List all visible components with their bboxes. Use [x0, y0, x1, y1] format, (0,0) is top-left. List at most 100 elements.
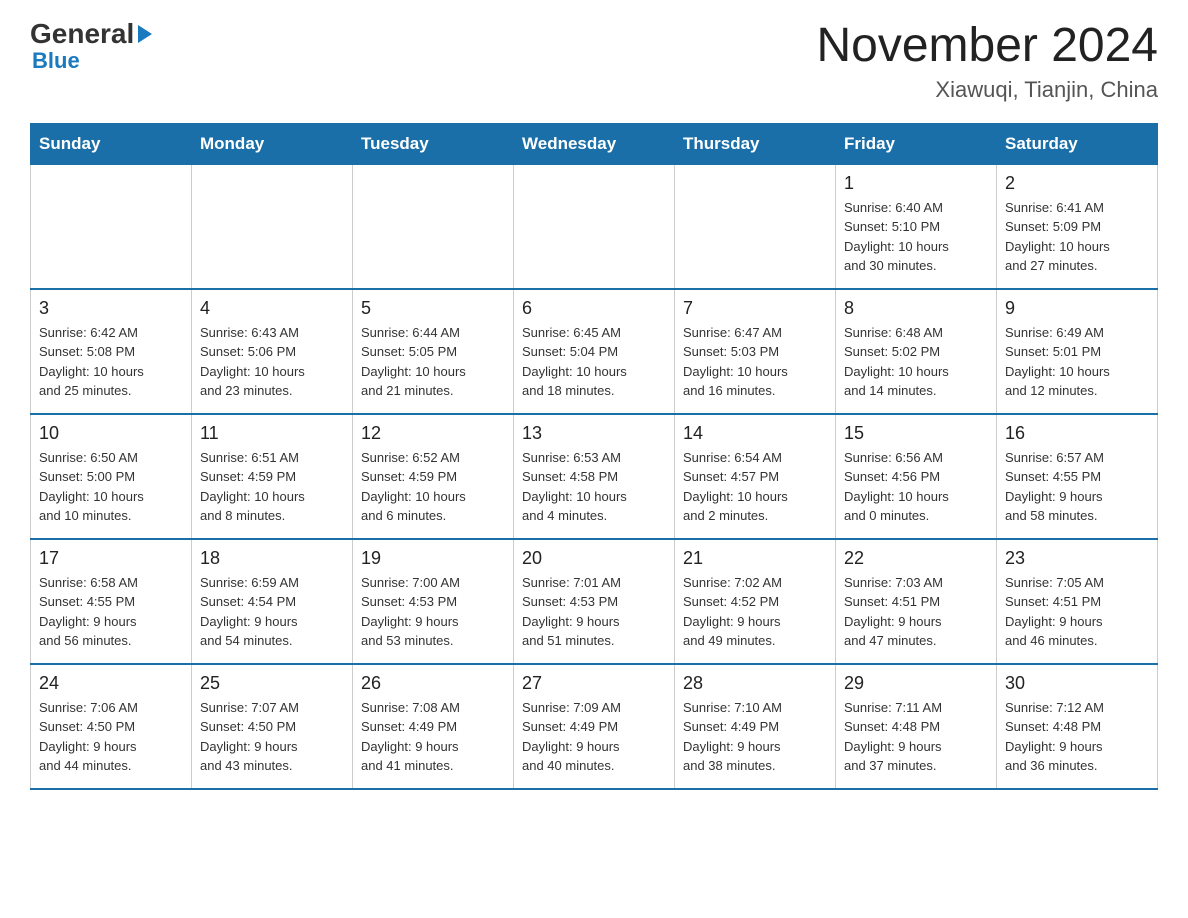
day-info: Sunrise: 6:51 AMSunset: 4:59 PMDaylight:… [200, 448, 344, 526]
calendar-cell: 19 Sunrise: 7:00 AMSunset: 4:53 PMDayligh… [353, 539, 514, 664]
calendar-cell: 18 Sunrise: 6:59 AMSunset: 4:54 PMDayligh… [192, 539, 353, 664]
day-info: Sunrise: 6:40 AMSunset: 5:10 PMDaylight:… [844, 198, 988, 276]
weekday-header-wednesday: Wednesday [514, 123, 675, 164]
day-info: Sunrise: 7:02 AMSunset: 4:52 PMDaylight:… [683, 573, 827, 651]
calendar-cell: 14Sunrise: 6:54 AMSunset: 4:57 PMDayligh… [675, 414, 836, 539]
day-info: Sunrise: 6:47 AMSunset: 5:03 PMDaylight:… [683, 323, 827, 401]
calendar-cell: 16 Sunrise: 6:57 AMSunset: 4:55 PMDayligh… [997, 414, 1158, 539]
calendar-cell: 17 Sunrise: 6:58 AMSunset: 4:55 PMDayligh… [31, 539, 192, 664]
day-number: 27 [522, 673, 666, 694]
weekday-header-saturday: Saturday [997, 123, 1158, 164]
day-number: 18 [200, 548, 344, 569]
calendar-cell: 12 Sunrise: 6:52 AMSunset: 4:59 PMDayligh… [353, 414, 514, 539]
day-number: 11 [200, 423, 344, 444]
day-info: Sunrise: 7:12 AMSunset: 4:48 PMDaylight:… [1005, 698, 1149, 776]
calendar-cell: 26 Sunrise: 7:08 AMSunset: 4:49 PMDayligh… [353, 664, 514, 789]
day-number: 3 [39, 298, 183, 319]
day-info: Sunrise: 6:52 AMSunset: 4:59 PMDaylight:… [361, 448, 505, 526]
calendar-cell: 23Sunrise: 7:05 AMSunset: 4:51 PMDayligh… [997, 539, 1158, 664]
calendar-cell [353, 164, 514, 289]
calendar-wrapper: SundayMondayTuesdayWednesdayThursdayFrid… [0, 113, 1188, 810]
calendar-title: November 2024 [816, 20, 1158, 73]
calendar-header-row: SundayMondayTuesdayWednesdayThursdayFrid… [31, 123, 1158, 164]
calendar-cell: 24 Sunrise: 7:06 AMSunset: 4:50 PMDayligh… [31, 664, 192, 789]
day-number: 16 [1005, 423, 1149, 444]
day-number: 4 [200, 298, 344, 319]
day-number: 26 [361, 673, 505, 694]
day-info: Sunrise: 7:09 AMSunset: 4:49 PMDaylight:… [522, 698, 666, 776]
day-info: Sunrise: 7:10 AMSunset: 4:49 PMDaylight:… [683, 698, 827, 776]
day-info: Sunrise: 6:59 AMSunset: 4:54 PMDaylight:… [200, 573, 344, 651]
calendar-cell [675, 164, 836, 289]
day-info: Sunrise: 6:53 AMSunset: 4:58 PMDaylight:… [522, 448, 666, 526]
calendar-week-row: 24 Sunrise: 7:06 AMSunset: 4:50 PMDayligh… [31, 664, 1158, 789]
calendar-cell [192, 164, 353, 289]
calendar-cell: 9 Sunrise: 6:49 AMSunset: 5:01 PMDaylight… [997, 289, 1158, 414]
day-number: 7 [683, 298, 827, 319]
calendar-cell: 27 Sunrise: 7:09 AMSunset: 4:49 PMDayligh… [514, 664, 675, 789]
weekday-header-friday: Friday [836, 123, 997, 164]
title-section: November 2024 Xiawuqi, Tianjin, China [816, 20, 1158, 103]
day-number: 17 [39, 548, 183, 569]
calendar-cell: 25Sunrise: 7:07 AMSunset: 4:50 PMDayligh… [192, 664, 353, 789]
day-number: 6 [522, 298, 666, 319]
calendar-table: SundayMondayTuesdayWednesdayThursdayFrid… [30, 123, 1158, 790]
calendar-week-row: 3 Sunrise: 6:42 AMSunset: 5:08 PMDaylight… [31, 289, 1158, 414]
day-info: Sunrise: 6:57 AMSunset: 4:55 PMDaylight:… [1005, 448, 1149, 526]
logo-blue-text: Blue [32, 48, 80, 74]
calendar-cell: 1 Sunrise: 6:40 AMSunset: 5:10 PMDaylight… [836, 164, 997, 289]
day-number: 9 [1005, 298, 1149, 319]
calendar-cell: 22 Sunrise: 7:03 AMSunset: 4:51 PMDayligh… [836, 539, 997, 664]
calendar-week-row: 10 Sunrise: 6:50 AMSunset: 5:00 PMDayligh… [31, 414, 1158, 539]
calendar-cell: 20Sunrise: 7:01 AMSunset: 4:53 PMDayligh… [514, 539, 675, 664]
day-number: 15 [844, 423, 988, 444]
day-info: Sunrise: 6:44 AMSunset: 5:05 PMDaylight:… [361, 323, 505, 401]
day-number: 30 [1005, 673, 1149, 694]
calendar-cell: 15Sunrise: 6:56 AMSunset: 4:56 PMDayligh… [836, 414, 997, 539]
day-number: 10 [39, 423, 183, 444]
day-info: Sunrise: 7:03 AMSunset: 4:51 PMDaylight:… [844, 573, 988, 651]
day-info: Sunrise: 7:01 AMSunset: 4:53 PMDaylight:… [522, 573, 666, 651]
calendar-week-row: 1 Sunrise: 6:40 AMSunset: 5:10 PMDaylight… [31, 164, 1158, 289]
weekday-header-monday: Monday [192, 123, 353, 164]
day-number: 19 [361, 548, 505, 569]
day-info: Sunrise: 7:05 AMSunset: 4:51 PMDaylight:… [1005, 573, 1149, 651]
page-header: General Blue November 2024 Xiawuqi, Tian… [0, 0, 1188, 113]
calendar-cell: 3 Sunrise: 6:42 AMSunset: 5:08 PMDaylight… [31, 289, 192, 414]
calendar-cell: 21 Sunrise: 7:02 AMSunset: 4:52 PMDayligh… [675, 539, 836, 664]
calendar-cell: 30 Sunrise: 7:12 AMSunset: 4:48 PMDayligh… [997, 664, 1158, 789]
logo-arrow-icon [138, 25, 152, 43]
calendar-cell: 11 Sunrise: 6:51 AMSunset: 4:59 PMDayligh… [192, 414, 353, 539]
day-number: 13 [522, 423, 666, 444]
calendar-cell: 8Sunrise: 6:48 AMSunset: 5:02 PMDaylight… [836, 289, 997, 414]
weekday-header-sunday: Sunday [31, 123, 192, 164]
calendar-cell: 2 Sunrise: 6:41 AMSunset: 5:09 PMDaylight… [997, 164, 1158, 289]
day-number: 24 [39, 673, 183, 694]
day-number: 29 [844, 673, 988, 694]
day-info: Sunrise: 7:00 AMSunset: 4:53 PMDaylight:… [361, 573, 505, 651]
day-number: 5 [361, 298, 505, 319]
day-info: Sunrise: 6:58 AMSunset: 4:55 PMDaylight:… [39, 573, 183, 651]
day-number: 28 [683, 673, 827, 694]
day-number: 25 [200, 673, 344, 694]
weekday-header-tuesday: Tuesday [353, 123, 514, 164]
day-number: 12 [361, 423, 505, 444]
day-number: 2 [1005, 173, 1149, 194]
day-info: Sunrise: 6:42 AMSunset: 5:08 PMDaylight:… [39, 323, 183, 401]
calendar-cell: 29Sunrise: 7:11 AMSunset: 4:48 PMDayligh… [836, 664, 997, 789]
day-info: Sunrise: 7:06 AMSunset: 4:50 PMDaylight:… [39, 698, 183, 776]
calendar-cell [31, 164, 192, 289]
day-info: Sunrise: 6:49 AMSunset: 5:01 PMDaylight:… [1005, 323, 1149, 401]
day-info: Sunrise: 6:45 AMSunset: 5:04 PMDaylight:… [522, 323, 666, 401]
logo-general-text: General [30, 20, 152, 48]
day-info: Sunrise: 6:50 AMSunset: 5:00 PMDaylight:… [39, 448, 183, 526]
calendar-week-row: 17 Sunrise: 6:58 AMSunset: 4:55 PMDayligh… [31, 539, 1158, 664]
calendar-subtitle: Xiawuqi, Tianjin, China [816, 77, 1158, 103]
day-number: 8 [844, 298, 988, 319]
day-number: 1 [844, 173, 988, 194]
day-info: Sunrise: 6:41 AMSunset: 5:09 PMDaylight:… [1005, 198, 1149, 276]
day-number: 21 [683, 548, 827, 569]
day-info: Sunrise: 7:08 AMSunset: 4:49 PMDaylight:… [361, 698, 505, 776]
calendar-cell: 13 Sunrise: 6:53 AMSunset: 4:58 PMDayligh… [514, 414, 675, 539]
day-number: 22 [844, 548, 988, 569]
